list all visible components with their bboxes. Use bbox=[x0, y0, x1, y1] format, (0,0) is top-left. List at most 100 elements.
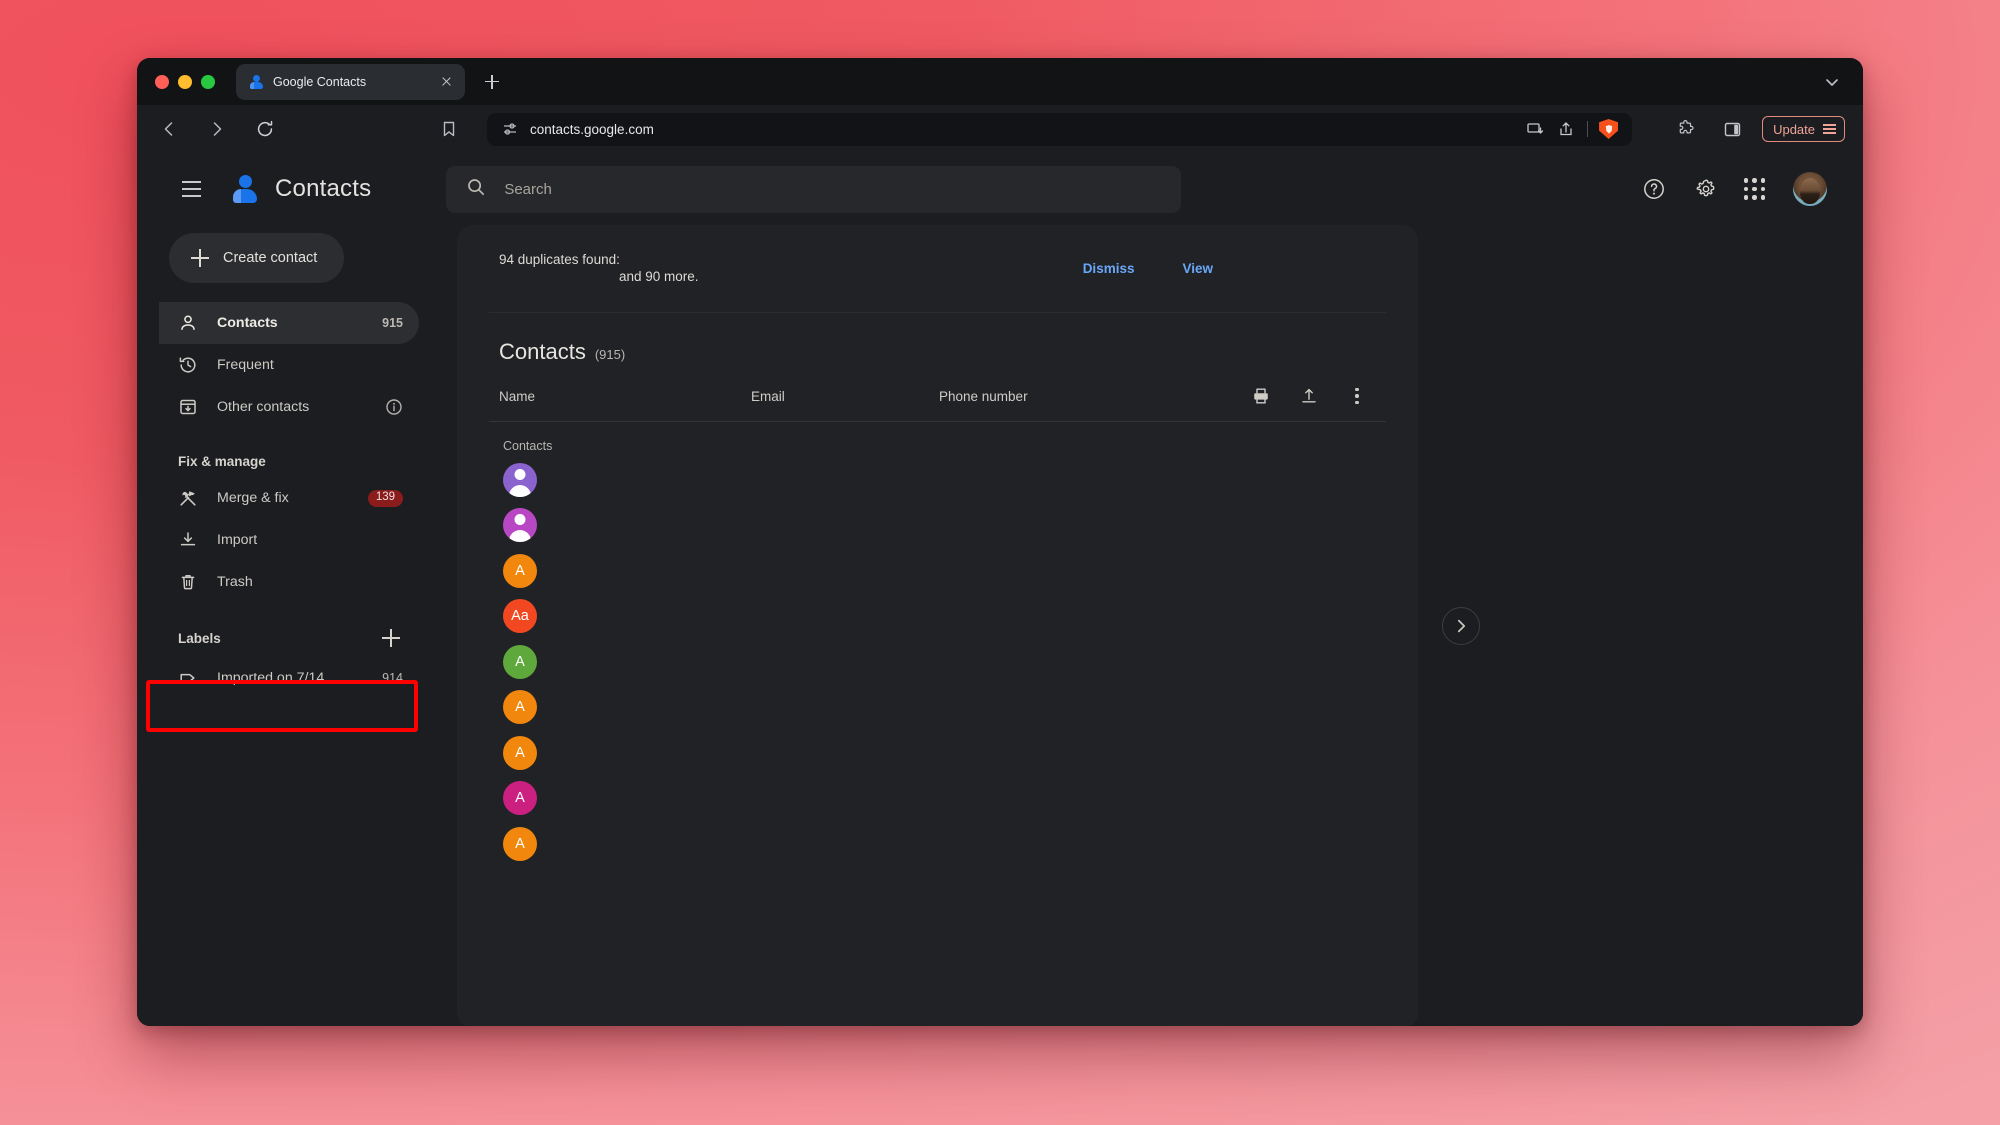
help-circle-icon[interactable] bbox=[1640, 175, 1668, 203]
search-input[interactable] bbox=[504, 180, 1162, 198]
sidebar-item-count: 914 bbox=[382, 671, 403, 685]
print-icon[interactable] bbox=[1250, 385, 1272, 407]
app-body: Create contact Contacts 915 Frequent Oth… bbox=[137, 225, 1863, 1026]
hamburger-menu-icon[interactable] bbox=[171, 169, 211, 209]
cast-icon[interactable] bbox=[1525, 119, 1545, 139]
avatar[interactable] bbox=[503, 508, 537, 543]
status-badge: 139 bbox=[367, 489, 403, 507]
browser-tab[interactable]: Google Contacts bbox=[236, 63, 465, 100]
table-row[interactable]: A bbox=[489, 730, 1386, 776]
contacts-heading-count: (915) bbox=[594, 347, 626, 362]
table-row[interactable]: A bbox=[489, 639, 1386, 685]
table-row[interactable] bbox=[489, 503, 1386, 549]
avatar-silhouette-head bbox=[514, 468, 526, 480]
avatar[interactable]: Aa bbox=[503, 599, 537, 634]
avatar[interactable]: A bbox=[503, 735, 537, 770]
create-label-button[interactable] bbox=[382, 629, 400, 647]
view-button[interactable]: View bbox=[1182, 261, 1213, 276]
contacts-group-label: Contacts bbox=[503, 439, 553, 453]
sidebar-item-contacts[interactable]: Contacts 915 bbox=[159, 302, 419, 344]
create-contact-button[interactable]: Create contact bbox=[169, 233, 344, 283]
app-header: Contacts bbox=[137, 153, 1863, 225]
sidebar-item-merge-and-fix[interactable]: Merge & fix 139 bbox=[159, 477, 419, 519]
more-vertical-icon[interactable] bbox=[1346, 385, 1368, 407]
avatar[interactable]: A bbox=[503, 690, 537, 725]
forward-arrow-icon[interactable] bbox=[201, 113, 233, 145]
sidebar-item-label: Trash bbox=[217, 574, 253, 590]
address-bar[interactable]: contacts.google.com bbox=[487, 112, 1633, 146]
main-content: 94 duplicates found: and 90 more. Dismis… bbox=[437, 225, 1863, 1026]
site-settings-icon[interactable] bbox=[502, 121, 518, 137]
table-row[interactable]: A bbox=[489, 821, 1386, 867]
sidebar-item-label: Contacts bbox=[217, 315, 278, 331]
duplicates-banner-actions: Dismiss View bbox=[1083, 261, 1378, 276]
bookmark-icon[interactable] bbox=[433, 113, 465, 145]
maximize-window-button[interactable] bbox=[201, 74, 215, 89]
apps-grid-icon[interactable] bbox=[1743, 178, 1765, 200]
table-row[interactable]: A bbox=[489, 685, 1386, 731]
column-header-name[interactable]: Name bbox=[499, 389, 751, 404]
sidebar-nav-primary: Contacts 915 Frequent Other contacts bbox=[159, 302, 419, 428]
table-row[interactable]: A bbox=[489, 548, 1386, 594]
back-arrow-icon[interactable] bbox=[153, 113, 185, 145]
divider bbox=[1587, 121, 1589, 137]
duplicates-banner-text: 94 duplicates found: and 90 more. bbox=[499, 252, 699, 286]
sidebar-panel-icon[interactable] bbox=[1716, 113, 1748, 145]
contacts-panel: 94 duplicates found: and 90 more. Dismis… bbox=[457, 225, 1480, 1026]
share-icon[interactable] bbox=[1556, 119, 1576, 139]
extensions-puzzle-icon[interactable] bbox=[1670, 113, 1702, 145]
app-brand[interactable]: Contacts bbox=[229, 173, 371, 205]
avatar[interactable]: A bbox=[503, 781, 537, 816]
sidebar-item-label-imported[interactable]: Imported on 7/14 914 bbox=[159, 657, 419, 699]
plus-icon bbox=[191, 249, 209, 267]
table-tools bbox=[1250, 385, 1378, 407]
browser-menu-icon[interactable] bbox=[1823, 124, 1836, 134]
create-contact-label: Create contact bbox=[223, 250, 318, 266]
sidebar-section-labels: Labels bbox=[159, 629, 419, 647]
update-button[interactable]: Update bbox=[1762, 116, 1845, 142]
sidebar-item-label: Frequent bbox=[217, 357, 274, 373]
avatar[interactable]: A bbox=[503, 644, 537, 679]
search-bar[interactable] bbox=[446, 165, 1182, 213]
table-header: Name Email Phone number bbox=[489, 365, 1386, 422]
person-icon bbox=[178, 313, 198, 333]
duplicates-line-2: and 90 more. bbox=[619, 268, 699, 284]
sidebar-item-other-contacts[interactable]: Other contacts bbox=[159, 386, 419, 428]
section-title-label: Fix & manage bbox=[178, 454, 266, 469]
table-row[interactable]: A bbox=[489, 776, 1386, 822]
export-upload-icon[interactable] bbox=[1298, 385, 1320, 407]
page-title: Contacts bbox=[275, 175, 372, 202]
google-contacts-logo-icon bbox=[229, 173, 261, 205]
archive-down-icon bbox=[178, 397, 198, 417]
avatar[interactable]: A bbox=[503, 553, 537, 588]
gear-icon[interactable] bbox=[1692, 175, 1720, 203]
address-bar-actions bbox=[1525, 119, 1622, 139]
brave-shield-icon[interactable] bbox=[1599, 119, 1619, 139]
label-tag-icon bbox=[178, 668, 198, 688]
section-title-label: Labels bbox=[178, 630, 221, 646]
sidebar-item-trash[interactable]: Trash bbox=[159, 561, 419, 603]
sidebar: Create contact Contacts 915 Frequent Oth… bbox=[137, 225, 437, 1026]
close-window-button[interactable] bbox=[155, 74, 169, 89]
new-tab-button[interactable] bbox=[479, 69, 505, 95]
avatar[interactable] bbox=[1793, 172, 1827, 206]
sidebar-item-frequent[interactable]: Frequent bbox=[159, 344, 419, 386]
chevron-down-icon[interactable] bbox=[1821, 71, 1843, 93]
sidebar-nav-labels: Imported on 7/14 914 bbox=[159, 657, 419, 699]
close-tab-icon[interactable] bbox=[437, 73, 455, 91]
info-circle-icon[interactable] bbox=[385, 398, 403, 416]
hammer-wrench-icon bbox=[178, 488, 198, 508]
next-page-button[interactable] bbox=[1442, 606, 1480, 645]
dismiss-button[interactable]: Dismiss bbox=[1083, 261, 1135, 276]
table-row[interactable]: Aa bbox=[489, 594, 1386, 640]
avatar-silhouette-body bbox=[509, 484, 531, 497]
minimize-window-button[interactable] bbox=[178, 74, 192, 89]
avatar[interactable] bbox=[503, 462, 537, 497]
avatar[interactable]: A bbox=[503, 826, 537, 861]
sidebar-item-import[interactable]: Import bbox=[159, 519, 419, 561]
column-header-phone[interactable]: Phone number bbox=[939, 389, 1250, 404]
download-icon bbox=[178, 530, 198, 550]
column-header-email[interactable]: Email bbox=[751, 389, 939, 404]
reload-icon[interactable] bbox=[249, 113, 281, 145]
table-row[interactable] bbox=[489, 457, 1386, 503]
